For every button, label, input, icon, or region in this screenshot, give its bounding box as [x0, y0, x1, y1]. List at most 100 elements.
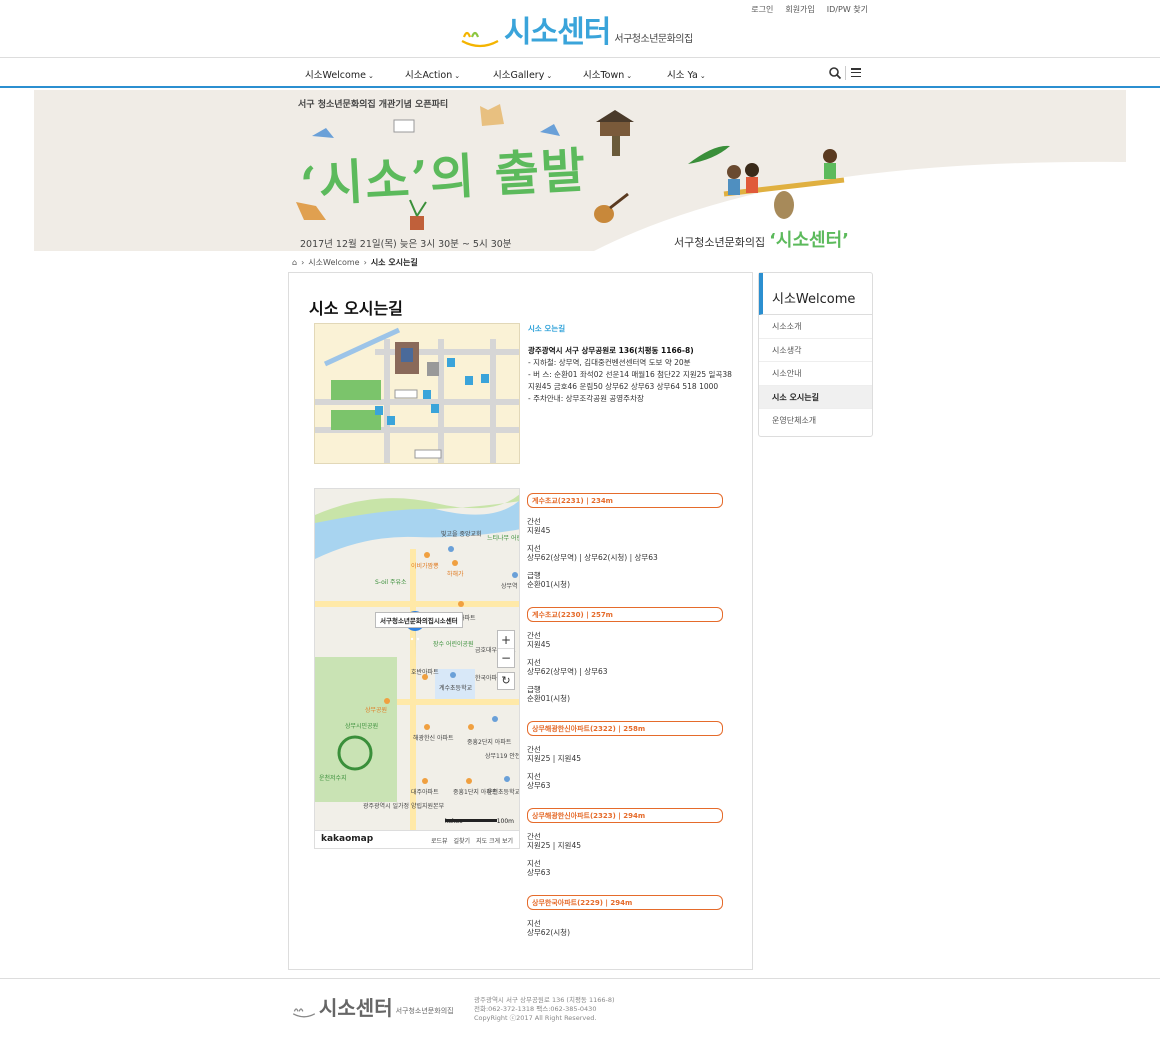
footer-phone: 전화:062-372-1318 팩스:062-385-0430 — [474, 1005, 597, 1013]
footer-address: 광주광역시 서구 상무공원로 136 (치평동 1166-8) — [474, 996, 615, 1004]
nav-item-gallery[interactable]: 시소Gallery ⌄ — [493, 67, 552, 81]
parking-line: - 주차안내: 상무조각공원 공영주차장 — [528, 394, 644, 403]
nav-item-action[interactable]: 시소Action ⌄ — [405, 67, 460, 81]
bus-route-type: 간선 — [527, 631, 541, 640]
bus-route-group: 간선 지원25 | 지원45 — [527, 832, 723, 850]
enlarge-map-link[interactable]: 지도 크게 보기 — [476, 836, 513, 845]
illustrated-map-drawing — [315, 327, 519, 463]
main-nav: 시소Welcome ⌄ 시소Action ⌄ 시소Gallery ⌄ 시소Town ⌄ … — [0, 57, 1160, 88]
map-footer: kakaomap 로드뷰 길찾기 지도 크게 보기 — [315, 830, 519, 848]
chevron-down-icon: ⌄ — [367, 72, 374, 80]
nav-item-ya[interactable]: 시소 Ya ⌄ — [667, 67, 706, 81]
bus-route-numbers: 상무63 — [527, 780, 551, 790]
zoom-out-button[interactable]: − — [498, 649, 514, 667]
bus-stop-header: 상무해광한신아파트(2322) | 258m — [527, 721, 723, 736]
bus-route-numbers: 상무62(상무역) | 상무62(시청) | 상무63 — [527, 552, 658, 562]
event-banner: 서구 청소년문화의집 개관기념 오픈파티 ‘시소’의 출발 2017년 12월 … — [34, 90, 1126, 251]
bus-route-numbers: 지원25 | 지원45 — [527, 753, 581, 763]
site-logo[interactable]: 시소센터 서구청소년문화의집 — [460, 17, 693, 49]
chevron-down-icon: ⌄ — [699, 72, 706, 80]
bus-route-numbers: 상무63 — [527, 867, 551, 877]
find-id-pw-link[interactable]: ID/PW 찾기 — [827, 4, 868, 15]
refresh-icon[interactable]: ↻ — [497, 672, 515, 690]
bus-route-numbers: 지원45 — [527, 639, 551, 649]
bus-route-group: 급행 순환01(시청) — [527, 685, 723, 703]
smile-logo-icon — [292, 1008, 316, 1018]
breadcrumb-current: 시소 오시는길 — [370, 258, 418, 267]
sidebar-item-guide[interactable]: 시소안내 — [759, 362, 872, 386]
sidebar-item-directions[interactable]: 시소 오시는길 — [759, 385, 872, 409]
address-text: 광주광역시 서구 상무공원로 136(치평동 1166-8) — [528, 346, 694, 355]
footer-logo: 시소센터 서구청소년문화의집 — [292, 997, 454, 1019]
hamburger-menu-icon[interactable] — [851, 68, 861, 78]
bus-route-group: 간선 지원25 | 지원45 — [527, 745, 723, 763]
bus-route-numbers: 순환01(시청) — [527, 579, 570, 589]
kakao-map[interactable]: 빛고을 중앙교회 느티나무 어린이공원 이비가짬뽕 하해가 S-oil 주유소 … — [314, 488, 520, 849]
chevron-down-icon: ⌄ — [626, 72, 633, 80]
nav-item-welcome[interactable]: 시소Welcome ⌄ — [305, 67, 374, 81]
banner-eyebrow: 서구 청소년문화의집 개관기념 오픈파티 — [298, 100, 449, 110]
bus-route-group: 지선 상무63 — [527, 772, 723, 790]
bus-route-numbers: 상무62(시청) — [527, 927, 570, 937]
subway-line: - 지하철: 상무역, 김대중컨벤션센터역 도보 약 20분 — [528, 358, 691, 367]
bus-route-group: 지선 상무62(상무역) | 상무62(시청) | 상무63 — [527, 544, 723, 562]
map-footer-links: 로드뷰 길찾기 지도 크게 보기 — [431, 836, 513, 845]
bus-route-numbers: 지원45 — [527, 525, 551, 535]
bus-route-group: 간선 지원45 — [527, 631, 723, 649]
smile-logo-icon — [461, 31, 499, 48]
page-title: 시소 오시는길 — [309, 299, 403, 318]
login-link[interactable]: 로그인 — [751, 4, 773, 15]
sidebar-item-organization[interactable]: 운영단체소개 — [759, 409, 872, 433]
directions-info: 시소 오는길 광주광역시 서구 상무공원로 136(치평동 1166-8) - … — [528, 323, 738, 405]
roadview-link[interactable]: 로드뷰 — [431, 836, 448, 845]
chevron-down-icon: ⌄ — [546, 72, 553, 80]
cat-illustration — [480, 104, 504, 126]
logo-main-text: 시소센터 — [504, 15, 611, 50]
bus-stop-header: 계수초교(2230) | 257m — [527, 607, 723, 622]
bus-stop-block: 상무해광한신아파트(2323) | 294m 간선 지원25 | 지원45 지선 상무6… — [527, 808, 723, 877]
directions-label: 시소 오는길 — [528, 324, 566, 333]
bus-route-group: 간선 지원45 — [527, 517, 723, 535]
nav-divider — [845, 66, 846, 80]
zoom-in-button[interactable]: + — [498, 631, 514, 649]
bus-route-group: 지선 상무63 — [527, 859, 723, 877]
bus-stop-block: 계수초교(2230) | 257m 간선 지원45 지선 상무62(상무역) | 상무6… — [527, 607, 723, 703]
bus-stop-block: 상무해광한신아파트(2322) | 258m 간선 지원25 | 지원45 지선 상무6… — [527, 721, 723, 790]
tree-house-illustration — [596, 110, 634, 156]
footer-logo-main: 시소센터 — [319, 996, 393, 1020]
logo-sub-text: 서구청소년문화의집 — [614, 34, 693, 45]
leaf-illustration — [688, 145, 730, 164]
bus-line: - 버 스: 순환01 좌석02 선운14 매월16 첨단22 지원25 일곡3… — [528, 370, 732, 379]
directions-link[interactable]: 길찾기 — [454, 836, 471, 845]
bus-stop-header: 상무한국아파트(2229) | 294m — [527, 895, 723, 910]
footer: 시소센터 서구청소년문화의집 광주광역시 서구 상무공원로 136 (치평동 1… — [0, 978, 1160, 1037]
guitar-illustration — [594, 192, 629, 223]
breadcrumb: ⌂ › 시소Welcome › 시소 오시는길 — [292, 257, 418, 268]
illustrated-map — [314, 323, 520, 464]
bus-route-type: 지선 — [527, 772, 541, 781]
map-scale: kakao 100m — [445, 818, 514, 825]
sidebar-item-thought[interactable]: 시소생각 — [759, 339, 872, 362]
banner-brand: 서구청소년문화의집 ‘시소센터’ — [674, 230, 850, 251]
sidebar: 시소Welcome 시소소개 시소생각 시소안내 시소 오시는길 운영단체소개 — [758, 272, 873, 437]
bus-route-group: 지선 상무62(상무역) | 상무63 — [527, 658, 723, 676]
main-content: 시소 오시는길 시소 오는길 광주광역시 서구 상무공원로 136(치평동 11… — [288, 272, 753, 970]
home-icon[interactable]: ⌂ — [292, 258, 297, 267]
search-icon[interactable] — [828, 66, 842, 80]
bus-route-type: 지선 — [527, 859, 541, 868]
breadcrumb-parent[interactable]: 시소Welcome — [308, 257, 359, 268]
sidebar-item-intro[interactable]: 시소소개 — [759, 315, 872, 339]
nav-item-town[interactable]: 시소Town ⌄ — [583, 67, 632, 81]
kakaomap-logo[interactable]: kakaomap — [321, 834, 373, 844]
signup-link[interactable]: 회원가입 — [785, 4, 814, 15]
footer-copyright: CopyRight ⓒ2017 All Right Reserved. — [474, 1014, 597, 1022]
bus-route-type: 간선 — [527, 517, 541, 526]
sidebar-title: 시소Welcome — [759, 273, 872, 315]
bus-stop-header: 계수초교(2231) | 234m — [527, 493, 723, 508]
bus-route-group: 급행 순환01(시청) — [527, 571, 723, 589]
banner-date: 2017년 12월 21일(목) 늦은 3시 30분 ~ 5시 30분 — [300, 239, 512, 250]
bird-illustration — [312, 128, 334, 138]
bus-route-numbers: 순환01(시청) — [527, 693, 570, 703]
bus-route-numbers: 상무62(상무역) | 상무63 — [527, 666, 608, 676]
bus-line-cont: 지원45 금호46 운림50 상무62 상무63 상무64 518 1000 — [528, 382, 719, 391]
